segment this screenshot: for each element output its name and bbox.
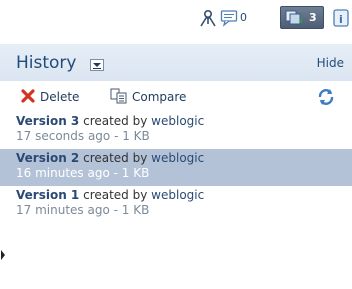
version-details: 17 seconds ago - 1 KB xyxy=(16,129,150,143)
version-author[interactable]: weblogic xyxy=(151,151,204,165)
compare-label: Compare xyxy=(132,90,187,104)
versions-toggle-button[interactable]: 3 xyxy=(280,6,324,29)
version-author[interactable]: weblogic xyxy=(151,188,204,202)
created-by-text: created by xyxy=(83,151,148,165)
comment-count: 0 xyxy=(240,11,247,24)
versions-icon xyxy=(285,10,303,29)
compare-button[interactable]: Compare xyxy=(110,88,186,106)
history-header: History Hide xyxy=(0,44,352,81)
delete-label: Delete xyxy=(40,90,80,104)
comment-icon[interactable] xyxy=(220,8,238,28)
hide-link[interactable]: Hide xyxy=(317,56,344,70)
version-name[interactable]: Version 1 xyxy=(16,188,79,202)
created-by-text: created by xyxy=(83,188,148,202)
delete-x-icon xyxy=(20,88,36,107)
version-list: Version 3 created by weblogic 17 seconds… xyxy=(0,112,352,223)
version-details: 16 minutes ago - 1 KB xyxy=(16,166,150,180)
version-row-selected[interactable]: Version 2 created by weblogic 16 minutes… xyxy=(0,149,352,186)
svg-text:i: i xyxy=(339,13,343,26)
info-icon[interactable]: i xyxy=(330,8,352,28)
version-row[interactable]: Version 1 created by weblogic 17 minutes… xyxy=(0,186,352,223)
version-name[interactable]: Version 2 xyxy=(16,151,79,165)
version-name[interactable]: Version 3 xyxy=(16,114,79,128)
versions-count: 3 xyxy=(309,11,317,24)
users-icon[interactable] xyxy=(197,8,219,28)
history-actions-toolbar: Delete Compare xyxy=(0,84,352,110)
collapse-arrow-icon[interactable] xyxy=(0,244,6,266)
top-toolbar: 0 3 i xyxy=(0,0,352,36)
panel-title: History xyxy=(16,53,77,73)
version-row[interactable]: Version 3 created by weblogic 17 seconds… xyxy=(0,112,352,149)
version-author[interactable]: weblogic xyxy=(151,114,204,128)
created-by-text: created by xyxy=(83,114,148,128)
delete-button[interactable]: Delete xyxy=(20,88,79,106)
dropdown-menu-icon[interactable] xyxy=(90,59,104,71)
history-panel: History Hide Delete Compare Version 3 cr… xyxy=(0,44,352,289)
version-details: 17 minutes ago - 1 KB xyxy=(16,203,150,217)
refresh-icon[interactable] xyxy=(316,87,336,107)
compare-icon xyxy=(110,88,128,107)
